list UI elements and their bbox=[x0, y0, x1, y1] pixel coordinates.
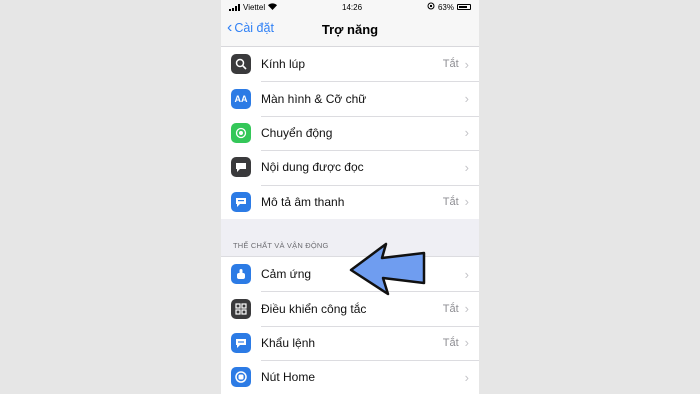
settings-row-text-size[interactable]: AA Màn hình & Cỡ chữ › bbox=[221, 81, 479, 115]
row-label: Mô tả âm thanh bbox=[261, 194, 345, 209]
settings-row-voice-control[interactable]: Khẩu lệnh Tắt › bbox=[221, 325, 479, 360]
speech-icon bbox=[231, 157, 251, 178]
row-value: Tắt bbox=[442, 302, 459, 315]
page-title: Trợ năng bbox=[321, 22, 379, 37]
row-label: Khẩu lệnh bbox=[261, 335, 316, 350]
switch-control-icon bbox=[231, 298, 251, 319]
chevron-right-icon: › bbox=[464, 335, 469, 351]
status-time: 14:26 bbox=[342, 2, 363, 12]
row-value: Tắt bbox=[442, 336, 459, 349]
chevron-right-icon: › bbox=[464, 194, 469, 210]
chevron-right-icon: › bbox=[464, 56, 469, 72]
voice-control-icon bbox=[231, 332, 251, 353]
magnifier-icon bbox=[231, 54, 251, 75]
signal-icon bbox=[229, 3, 240, 11]
section-header-label: THỂ CHẤT VÀ VẬN ĐỘNG bbox=[233, 240, 329, 250]
annotation-arrow bbox=[349, 242, 426, 296]
status-bar: Viettel 14:26 63% bbox=[221, 0, 479, 14]
battery-icon bbox=[456, 4, 471, 10]
chevron-right-icon: › bbox=[464, 301, 469, 317]
row-label: Chuyển động bbox=[261, 125, 333, 140]
row-label: Điều khiển công tắc bbox=[261, 301, 367, 316]
row-label: Nội dung được đọc bbox=[261, 160, 364, 175]
vision-settings-group: Kính lúp Tắt › AA Màn hình & Cỡ chữ › Chuyển đ… bbox=[221, 47, 479, 219]
settings-row-motion[interactable]: Chuyển động › bbox=[221, 115, 479, 150]
chevron-right-icon: › bbox=[464, 159, 469, 175]
chevron-right-icon: › bbox=[464, 125, 469, 141]
navigation-bar: ‹ Cài đặt Trợ năng bbox=[221, 14, 479, 47]
row-label: Nút Home bbox=[261, 370, 316, 385]
settings-row-home-button[interactable]: Nút Home › bbox=[221, 360, 479, 394]
home-button-icon bbox=[231, 367, 251, 388]
motion-icon bbox=[231, 122, 251, 143]
settings-row-speech[interactable]: Nội dung được đọc › bbox=[221, 150, 479, 184]
wifi-icon bbox=[268, 2, 278, 12]
carrier-name: Viettel bbox=[243, 2, 266, 12]
orientation-lock-icon bbox=[427, 2, 435, 12]
row-value: Tắt bbox=[442, 58, 459, 71]
row-label: Màn hình & Cỡ chữ bbox=[261, 91, 367, 106]
settings-row-magnifier[interactable]: Kính lúp Tắt › bbox=[221, 47, 479, 81]
chevron-right-icon: › bbox=[464, 369, 469, 385]
audio-description-icon bbox=[231, 191, 251, 212]
battery-percent: 63% bbox=[437, 2, 454, 12]
phone-screen: Viettel 14:26 63% ‹ Cài đặt Trợ năng Kín… bbox=[221, 0, 479, 394]
chevron-right-icon: › bbox=[464, 91, 469, 107]
row-value: Tắt bbox=[442, 195, 459, 208]
chevron-right-icon: › bbox=[464, 266, 469, 282]
settings-row-audio-description[interactable]: Mô tả âm thanh Tắt › bbox=[221, 184, 479, 219]
touch-icon bbox=[231, 264, 251, 285]
row-label: Kính lúp bbox=[261, 57, 306, 72]
text-size-icon: AA bbox=[231, 88, 251, 109]
